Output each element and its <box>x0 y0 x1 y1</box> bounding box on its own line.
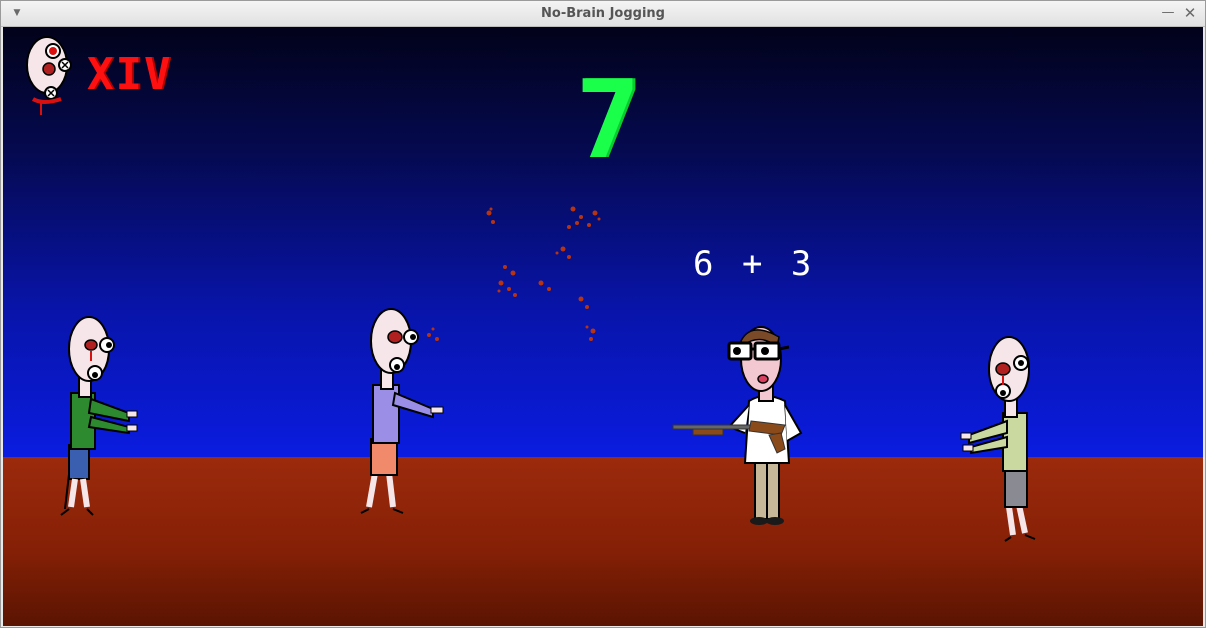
close-icon[interactable]: ✕ <box>1181 4 1199 22</box>
blood-splatter <box>427 206 601 341</box>
zombie[interactable] <box>960 336 1036 542</box>
minimize-icon[interactable]: — <box>1159 4 1177 22</box>
zombie-head-icon <box>26 36 72 115</box>
math-question: 6 + 3 <box>693 244 816 284</box>
zombie[interactable] <box>360 308 444 514</box>
zombie[interactable] <box>60 316 138 516</box>
score-display: 7 <box>575 58 641 183</box>
window-title: No-Brain Jogging <box>541 6 665 21</box>
player-character <box>672 326 803 525</box>
title-bar[interactable]: ▼ No-Brain Jogging — ✕ <box>1 1 1205 27</box>
game-canvas[interactable]: XIV 7 6 + 3 <box>3 27 1203 626</box>
game-window: ▼ No-Brain Jogging — ✕ XIV 7 6 + 3 <box>0 0 1206 628</box>
lives-counter: XIV <box>87 49 173 100</box>
